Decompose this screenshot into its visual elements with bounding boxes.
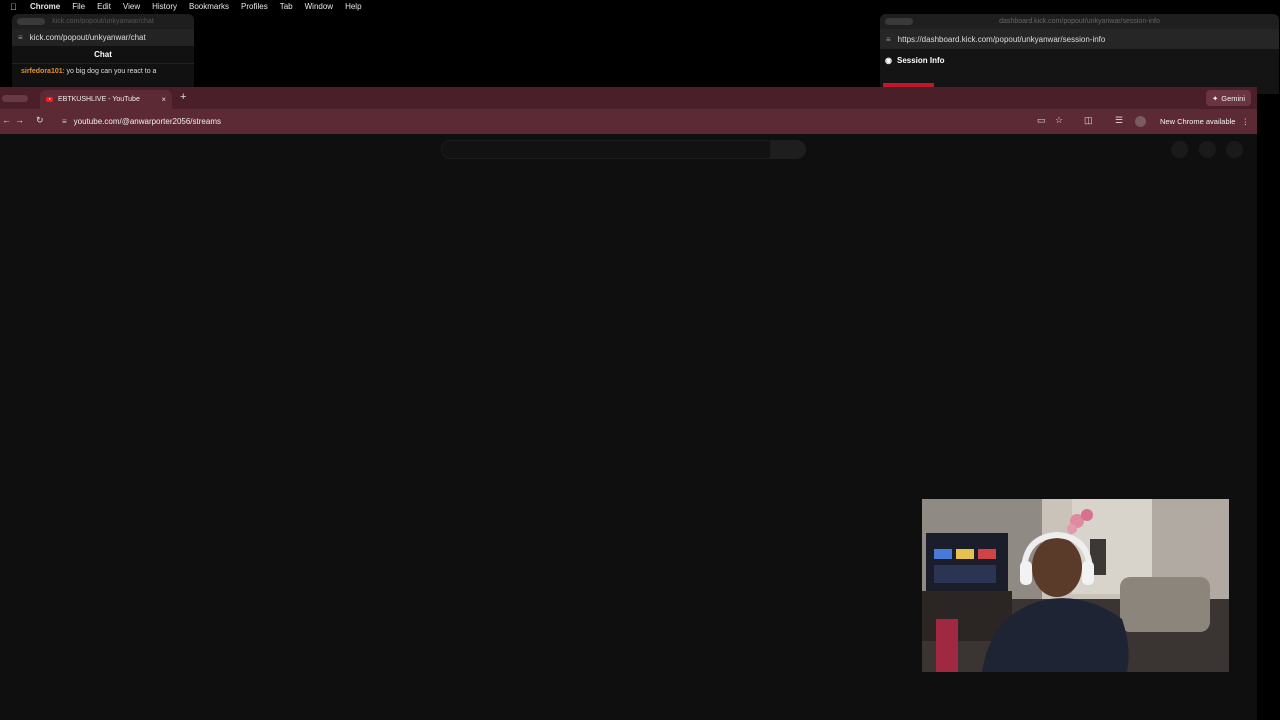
address-bar[interactable]: ≡ youtube.com/@anwarporter2056/streams	[54, 112, 1144, 131]
youtube-search-box[interactable]	[441, 140, 771, 159]
media-icon[interactable]: ☰	[1115, 115, 1123, 126]
session-info-header: ◉ Session Info	[880, 49, 1279, 71]
chat-url-bar[interactable]: ≡ kick.com/popout/unkyanwar/chat	[12, 29, 194, 46]
menu-app-chrome[interactable]: Chrome	[30, 2, 60, 11]
forward-icon[interactable]: →	[15, 115, 24, 125]
session-info-icon: ◉	[885, 55, 892, 65]
menu-window[interactable]: Window	[305, 2, 333, 11]
session-info-title: Session Info	[896, 55, 945, 65]
session-url-text[interactable]: https://dashboard.kick.com/popout/unkyan…	[898, 35, 1106, 44]
site-settings-icon[interactable]: ≡	[886, 35, 891, 44]
window-controls[interactable]	[17, 18, 45, 25]
session-info-window[interactable]: dashboard.kick.com/popout/unkyanwar/sess…	[880, 14, 1279, 94]
tab-title: EBTKUSHLIVE - YouTube	[58, 96, 140, 103]
site-settings-icon[interactable]: ≡	[62, 117, 67, 126]
menu-edit[interactable]: Edit	[97, 2, 111, 11]
window-controls[interactable]	[885, 18, 913, 25]
new-tab-button[interactable]: +	[180, 91, 186, 103]
side-panel-icon[interactable]: ◫	[1084, 115, 1093, 126]
session-url-bar[interactable]: ≡ https://dashboard.kick.com/popout/unky…	[880, 29, 1279, 49]
back-icon[interactable]: ←	[2, 115, 11, 125]
gemini-button[interactable]: ✦ Gemini	[1205, 90, 1251, 106]
chat-header: Chat	[12, 46, 194, 64]
apple-icon[interactable]: 	[10, 2, 20, 12]
chat-popout-window[interactable]: kick.com/popout/unkyanwar/chat ≡ kick.co…	[12, 14, 194, 94]
bookmark-star-icon[interactable]: ☆	[1055, 115, 1063, 126]
webcam-overlay	[922, 499, 1229, 672]
youtube-icon	[46, 97, 53, 102]
menu-history[interactable]: History	[152, 2, 177, 11]
browser-toolbar: ← → ↻ ≡ youtube.com/@anwarporter2056/str…	[0, 109, 1257, 134]
menu-help[interactable]: Help	[345, 2, 361, 11]
chat-message-user[interactable]: sirfedora101	[21, 68, 63, 75]
menu-file[interactable]: File	[72, 2, 85, 11]
window-controls[interactable]	[2, 95, 28, 102]
macos-menu-bar:  Chrome File Edit View History Bookmark…	[0, 0, 1280, 13]
chat-message-text: : yo big dog can you react to a	[62, 68, 157, 75]
session-window-titlebar[interactable]: dashboard.kick.com/popout/unkyanwar/sess…	[880, 14, 1279, 29]
more-icon[interactable]: ⋮	[1241, 117, 1249, 126]
chat-window-titlebar[interactable]: kick.com/popout/unkyanwar/chat	[12, 14, 194, 29]
chat-url-text[interactable]: kick.com/popout/unkyanwar/chat	[30, 33, 146, 42]
session-window-title: dashboard.kick.com/popout/unkyanwar/sess…	[999, 18, 1160, 25]
site-settings-icon[interactable]: ≡	[18, 33, 23, 42]
youtube-search-button[interactable]	[771, 140, 806, 159]
update-label: New Chrome available	[1160, 117, 1236, 126]
menu-tab[interactable]: Tab	[280, 2, 293, 11]
notifications-icon[interactable]	[1199, 141, 1216, 158]
menu-view[interactable]: View	[123, 2, 140, 11]
profile-avatar-icon[interactable]	[1135, 116, 1146, 127]
address-bar-url[interactable]: youtube.com/@anwarporter2056/streams	[74, 117, 221, 126]
account-avatar[interactable]	[1226, 141, 1243, 158]
gemini-label: Gemini	[1221, 93, 1245, 103]
tab-youtube[interactable]: EBTKUSHLIVE - YouTube ×	[40, 90, 172, 109]
menu-bookmarks[interactable]: Bookmarks	[189, 2, 229, 11]
gemini-icon: ✦	[1211, 93, 1219, 103]
install-icon[interactable]: ▭	[1037, 115, 1046, 126]
chat-message: sirfedora101: yo big dog can you react t…	[12, 64, 194, 79]
menu-profiles[interactable]: Profiles	[241, 2, 268, 11]
create-icon[interactable]	[1171, 141, 1188, 158]
close-icon[interactable]: ×	[161, 95, 166, 104]
new-chrome-available-button[interactable]: New Chrome available ⋮	[1154, 114, 1255, 129]
tab-strip: EBTKUSHLIVE - YouTube × + ✦ Gemini	[0, 87, 1257, 109]
webcam-image	[922, 499, 1229, 672]
reload-icon[interactable]: ↻	[36, 115, 44, 126]
